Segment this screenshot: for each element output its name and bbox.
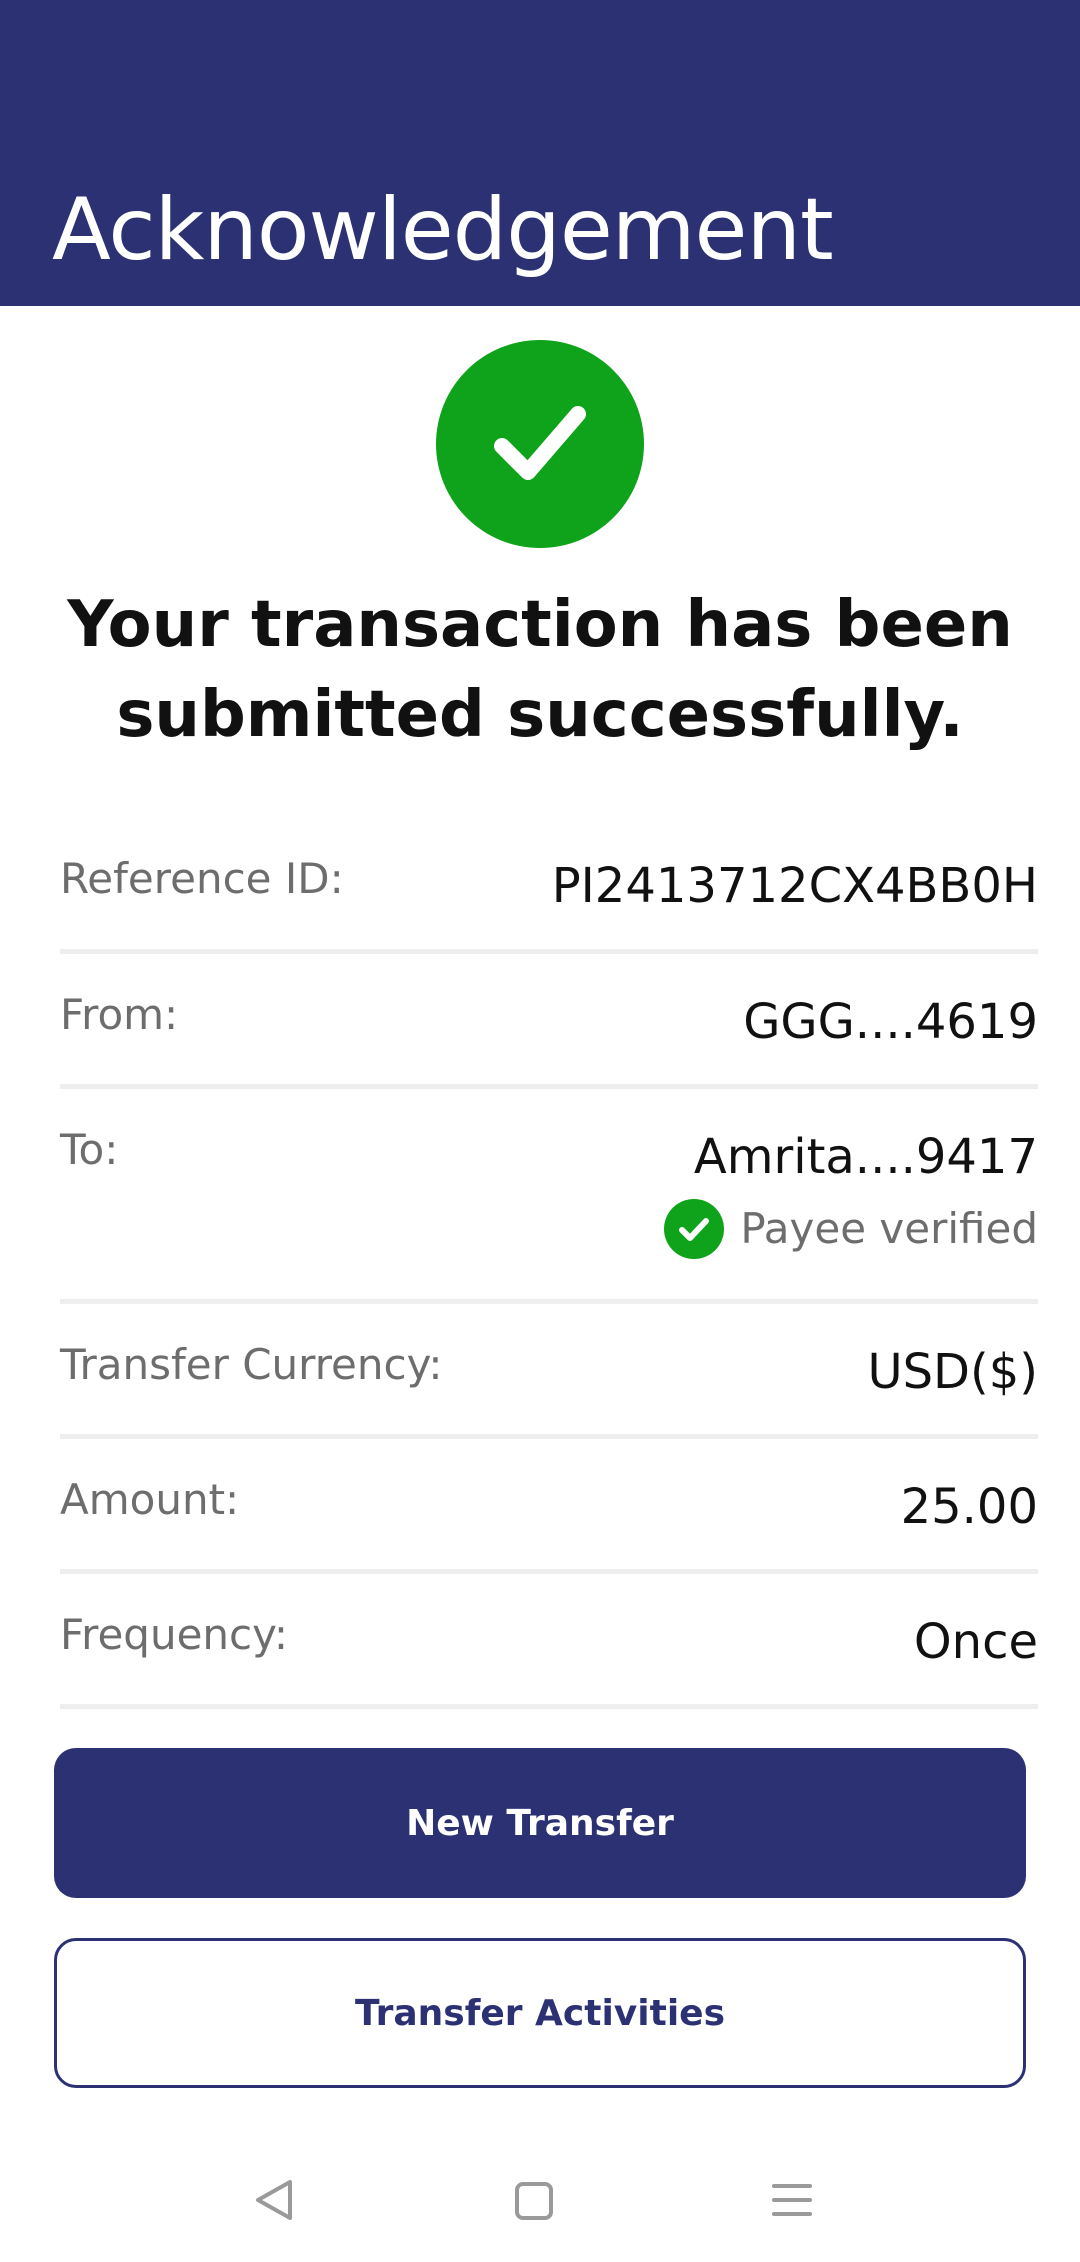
frequency-label: Frequency: bbox=[60, 1610, 289, 1659]
amount-label: Amount: bbox=[60, 1475, 240, 1524]
nav-home-icon[interactable] bbox=[503, 2170, 563, 2230]
page-title: Acknowledgement bbox=[52, 180, 834, 280]
currency-label: Transfer Currency: bbox=[60, 1340, 443, 1389]
detail-row-currency: Transfer Currency: USD($) bbox=[60, 1304, 1038, 1439]
from-label: From: bbox=[60, 990, 179, 1039]
transaction-details: Reference ID: PI2413712CX4BB0H From: GGG… bbox=[60, 810, 1038, 1709]
amount-value: 25.00 bbox=[900, 1479, 1038, 1535]
success-message: Your transaction has been submitted succ… bbox=[60, 580, 1020, 760]
to-label: To: bbox=[60, 1125, 119, 1174]
to-value: Amrita....9417 bbox=[693, 1129, 1038, 1185]
from-value: GGG....4619 bbox=[743, 994, 1038, 1050]
payee-verified-badge: Payee verified bbox=[664, 1199, 1038, 1259]
success-message-line-2: submitted successfully. bbox=[116, 678, 964, 752]
nav-back-icon[interactable] bbox=[244, 2170, 304, 2230]
app-header: Acknowledgement bbox=[0, 0, 1080, 306]
reference-value: PI2413712CX4BB0H bbox=[551, 858, 1038, 914]
detail-row-to: To: Amrita....9417 Payee verified bbox=[60, 1089, 1038, 1304]
new-transfer-button[interactable]: New Transfer bbox=[54, 1748, 1026, 1898]
nav-menu-icon[interactable] bbox=[762, 2170, 822, 2230]
frequency-value: Once bbox=[913, 1614, 1038, 1670]
transfer-activities-button[interactable]: Transfer Activities bbox=[54, 1938, 1026, 2088]
detail-row-frequency: Frequency: Once bbox=[60, 1574, 1038, 1709]
reference-label: Reference ID: bbox=[60, 854, 344, 903]
detail-row-from: From: GGG....4619 bbox=[60, 954, 1038, 1089]
payee-verified-text: Payee verified bbox=[740, 1204, 1038, 1253]
detail-row-amount: Amount: 25.00 bbox=[60, 1439, 1038, 1574]
currency-value: USD($) bbox=[867, 1344, 1038, 1400]
success-check-icon bbox=[436, 340, 644, 548]
detail-row-reference: Reference ID: PI2413712CX4BB0H bbox=[60, 810, 1038, 954]
success-message-line-1: Your transaction has been bbox=[67, 588, 1013, 662]
system-navigation-bar bbox=[0, 2140, 1080, 2262]
check-circle-icon bbox=[664, 1199, 725, 1259]
